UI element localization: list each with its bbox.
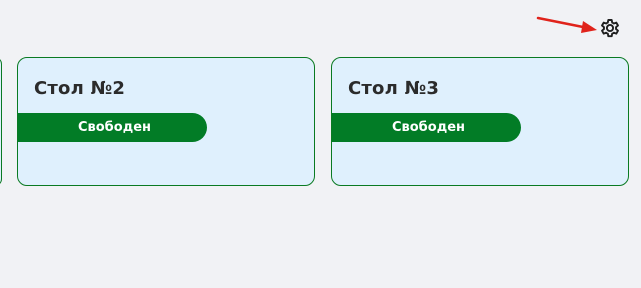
- table-title: Стол №2: [34, 78, 126, 99]
- table-card[interactable]: [0, 57, 2, 186]
- gear-icon: [601, 19, 619, 38]
- table-title: Стол №3: [348, 78, 440, 99]
- status-badge: Свободен: [332, 113, 521, 142]
- settings-button[interactable]: [597, 15, 623, 41]
- status-badge: Свободен: [18, 113, 207, 142]
- table-card[interactable]: Стол №3 Свободен: [331, 57, 629, 186]
- table-card[interactable]: Стол №2 Свободен: [17, 57, 315, 186]
